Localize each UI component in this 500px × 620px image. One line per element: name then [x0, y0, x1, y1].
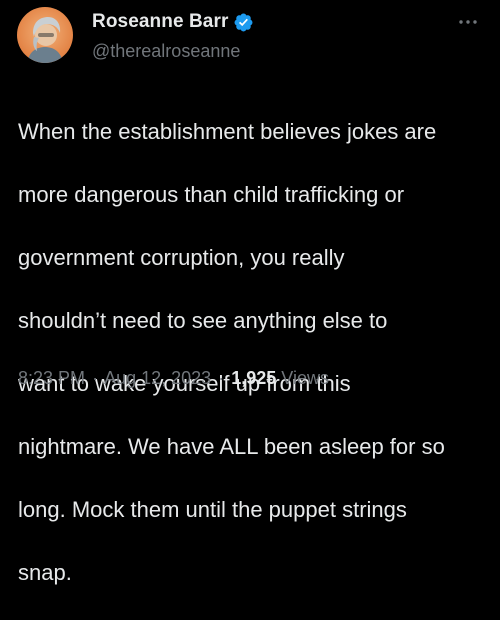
more-options-icon[interactable] — [456, 10, 480, 34]
tweet-text: When the establishment believes jokes ar… — [18, 84, 488, 620]
tweet-text-line: When the establishment believes jokes ar… — [18, 118, 437, 144]
author-handle[interactable]: @therealroseanne — [92, 41, 254, 62]
views-count[interactable]: 1,925 — [231, 368, 276, 388]
verified-badge-icon[interactable] — [233, 12, 254, 33]
meta-separator: · — [92, 368, 99, 388]
tweet-text-line: more dangerous than child trafficking or — [18, 181, 405, 207]
profile-avatar-icon — [17, 7, 73, 63]
display-name-row: Roseanne Barr — [92, 10, 254, 34]
views-label: Views — [281, 368, 329, 388]
author-avatar[interactable] — [17, 7, 73, 63]
tweet-text-line: shouldn’t need to see anything else to — [18, 307, 388, 333]
tweet-time[interactable]: 8:23 PM — [18, 368, 85, 388]
tweet-card: Roseanne Barr @therealroseanne When the … — [0, 0, 500, 585]
tweet-text-line: long. Mock them until the puppet strings — [18, 496, 407, 522]
meta-separator: · — [218, 368, 225, 388]
tweet-text-line: snap. — [18, 559, 72, 585]
tweet-date[interactable]: Aug 12, 2023 — [104, 368, 211, 388]
tweet-text-line: government corruption, you really — [18, 244, 345, 270]
author-info: Roseanne Barr @therealroseanne — [92, 10, 254, 62]
author-display-name[interactable]: Roseanne Barr — [92, 11, 228, 33]
tweet-text-line: nightmare. We have ALL been asleep for s… — [18, 433, 445, 459]
tweet-meta: 8:23 PM · Aug 12, 2023 · 1,925 Views — [18, 368, 329, 389]
